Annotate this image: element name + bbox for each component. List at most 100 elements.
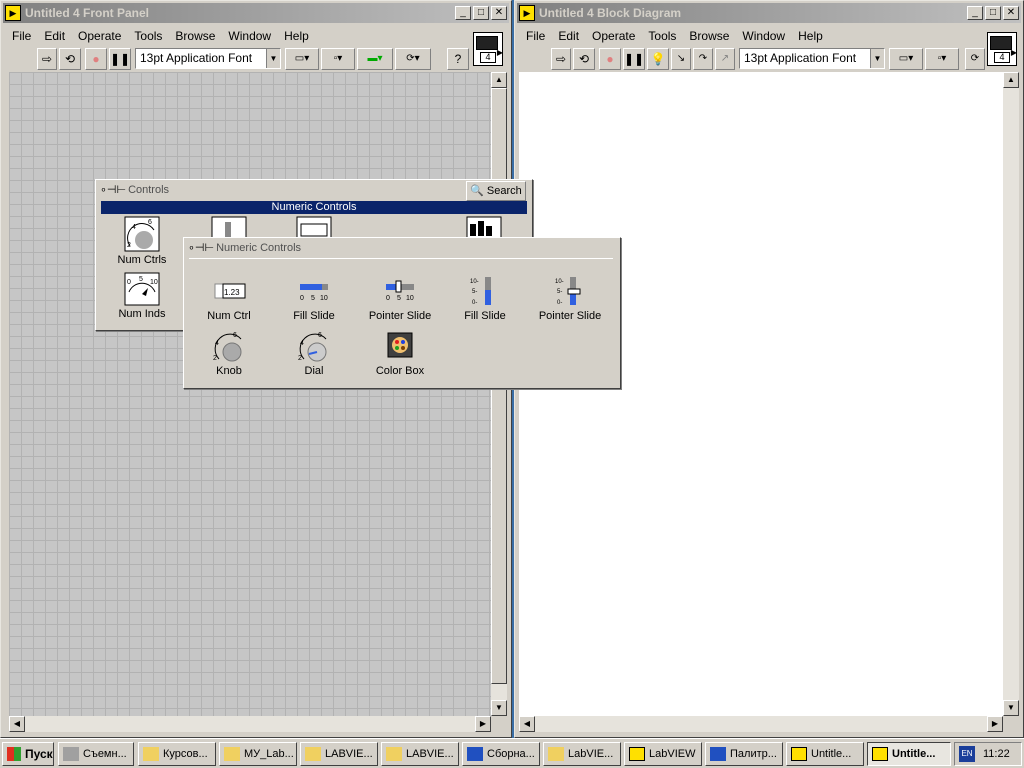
svg-text:4: 4 — [132, 224, 136, 231]
taskbar-button-8[interactable]: LabVIEW — [624, 742, 702, 766]
scroll-up-icon[interactable]: ▲ — [491, 72, 507, 88]
palette-item-color-box[interactable]: Color Box — [360, 331, 440, 377]
font-ring[interactable]: 13pt Application Font ▼ — [135, 48, 281, 69]
scroll-left-icon[interactable]: ◀ — [519, 716, 535, 732]
scroll-left-icon[interactable]: ◀ — [9, 716, 25, 732]
menu-window[interactable]: Window — [735, 26, 791, 46]
minimize-button[interactable]: _ — [967, 6, 983, 20]
distribute-objects-icon[interactable]: ▫▾ — [321, 48, 355, 70]
pin-icon[interactable]: ∘⊣⊢ — [100, 183, 126, 196]
scroll-down-icon[interactable]: ▼ — [1003, 700, 1019, 716]
horizontal-scrollbar[interactable]: ◀ ▶ — [519, 716, 1003, 732]
taskbar-button-6[interactable]: Сборна... — [462, 742, 540, 766]
menu-browse[interactable]: Browse — [682, 26, 735, 46]
menu-help[interactable]: Help — [791, 26, 829, 46]
start-label: Пуск — [25, 747, 53, 761]
close-button[interactable]: ✕ — [1003, 6, 1019, 20]
distribute-objects-icon[interactable]: ▫▾ — [925, 48, 959, 70]
menu-edit[interactable]: Edit — [551, 26, 585, 46]
item-label: Fill Slide — [293, 310, 335, 322]
highlight-execution-icon[interactable]: 💡 — [647, 48, 669, 70]
block-diagram-titlebar[interactable]: ▶ Untitled 4 Block Diagram _ □ ✕ — [517, 3, 1021, 23]
reorder-icon[interactable]: ⟳ — [965, 48, 985, 70]
minimize-button[interactable]: _ — [455, 6, 471, 20]
run-arrow-icon[interactable]: ⇨ — [37, 48, 57, 70]
scroll-down-icon[interactable]: ▼ — [491, 700, 507, 716]
pin-icon[interactable]: ∘⊣⊢ — [188, 241, 214, 254]
palette-item-num-inds[interactable]: 0 5 10 Num Inds — [102, 272, 182, 320]
start-button[interactable]: Пуск — [2, 742, 54, 766]
resize-objects-icon[interactable]: ▬▾ — [357, 48, 393, 70]
toggle-switch-icon[interactable] — [211, 216, 247, 238]
taskbar-button-7[interactable]: LabVIE... — [543, 742, 621, 766]
vertical-scrollbar[interactable]: ▲ ▼ — [491, 72, 507, 716]
menu-help[interactable]: Help — [277, 26, 315, 46]
front-panel-titlebar[interactable]: ▶ Untitled 4 Front Panel _ □ ✕ — [3, 3, 509, 23]
svg-text:2: 2 — [127, 242, 131, 249]
palette-item-fill-slide-vertical[interactable]: 10- 5- 0- Fill Slide — [445, 276, 525, 322]
palette-item-num-ctrl[interactable]: 1.23 Num Ctrl — [189, 276, 269, 322]
taskbar-button-1[interactable]: Съемн... — [58, 742, 134, 766]
palette-item-pointer-slide-horizontal[interactable]: 0 5 10 Pointer Slide — [360, 276, 440, 322]
run-continuously-icon[interactable]: ⟲ — [59, 48, 81, 70]
palette-item-pointer-slide-vertical[interactable]: 10- 5- 0- Pointer Slide — [530, 276, 610, 322]
palette-item-num-ctrls[interactable]: 2 4 6 Num Ctrls — [102, 216, 182, 266]
language-indicator[interactable]: EN — [959, 746, 975, 762]
abort-icon[interactable]: ● — [85, 48, 107, 70]
vertical-scrollbar[interactable]: ▲ ▼ — [1003, 72, 1019, 716]
folder-icon — [143, 747, 159, 761]
step-into-icon[interactable]: ↘ — [671, 48, 691, 70]
menu-operate[interactable]: Operate — [585, 26, 641, 46]
maximize-button[interactable]: □ — [985, 6, 1001, 20]
menu-operate[interactable]: Operate — [71, 26, 127, 46]
scroll-right-icon[interactable]: ▶ — [987, 716, 1003, 732]
front-panel-canvas[interactable] — [9, 72, 491, 716]
taskbar-button-10[interactable]: Untitle... — [786, 742, 864, 766]
connector-pane-icon[interactable]: 4 ▶ — [987, 32, 1017, 66]
taskbar-button-2[interactable]: Курсов... — [138, 742, 216, 766]
vertical-scale-1: 5- — [557, 289, 562, 295]
connector-pane-icon[interactable]: 4 ▶ — [473, 32, 503, 66]
taskbar-button-5[interactable]: LABVIE... — [381, 742, 459, 766]
taskbar-button-4[interactable]: LABVIE... — [300, 742, 378, 766]
block-diagram-canvas[interactable] — [519, 72, 1003, 716]
clock[interactable]: 11:22 — [983, 743, 1010, 765]
menu-file[interactable]: File — [5, 26, 37, 46]
horizontal-pointer-slide-icon: 0 5 10 — [386, 280, 414, 302]
menu-file[interactable]: File — [519, 26, 551, 46]
step-out-icon[interactable]: ↗ — [715, 48, 735, 70]
graph-palette-icon[interactable] — [466, 216, 502, 238]
vertical-scale-2: 0- — [472, 300, 477, 306]
menu-tools[interactable]: Tools — [641, 26, 682, 46]
font-ring[interactable]: 13pt Application Font ▼ — [739, 48, 885, 69]
palette-item-dial[interactable]: 2 4 6 Dial — [274, 331, 354, 377]
align-objects-icon[interactable]: ▭▾ — [889, 48, 923, 70]
maximize-button[interactable]: □ — [473, 6, 489, 20]
pause-icon[interactable]: ❚❚ — [623, 48, 645, 70]
svg-text:0: 0 — [127, 279, 131, 286]
string-control-icon[interactable] — [296, 216, 332, 238]
reorder-icon[interactable]: ⟳▾ — [395, 48, 431, 70]
menu-tools[interactable]: Tools — [127, 26, 168, 46]
horizontal-scrollbar[interactable]: ◀ ▶ — [9, 716, 491, 732]
align-objects-icon[interactable]: ▭▾ — [285, 48, 319, 70]
menu-browse[interactable]: Browse — [168, 26, 221, 46]
close-button[interactable]: ✕ — [491, 6, 507, 20]
palette-item-fill-slide-horizontal[interactable]: 0 5 10 Fill Slide — [274, 276, 354, 322]
abort-icon[interactable]: ● — [599, 48, 621, 70]
search-button[interactable]: 🔍 Search — [466, 181, 526, 201]
menu-window[interactable]: Window — [221, 26, 277, 46]
run-arrow-icon[interactable]: ⇨ — [551, 48, 571, 70]
palette-item-knob[interactable]: 2 4 6 Knob — [189, 331, 269, 377]
run-continuously-icon[interactable]: ⟲ — [573, 48, 595, 70]
scroll-right-icon[interactable]: ▶ — [475, 716, 491, 732]
step-over-icon[interactable]: ↷ — [693, 48, 713, 70]
pause-icon[interactable]: ❚❚ — [109, 48, 131, 70]
taskbar-button-9[interactable]: Палитр... — [705, 742, 783, 766]
scroll-up-icon[interactable]: ▲ — [1003, 72, 1019, 88]
help-button[interactable]: ? — [447, 48, 469, 70]
taskbar-button-3[interactable]: МУ_Lab... — [219, 742, 297, 766]
taskbar-button-11[interactable]: Untitle... — [867, 742, 951, 766]
slide-scale-0: 0 — [386, 295, 390, 302]
menu-edit[interactable]: Edit — [37, 26, 71, 46]
